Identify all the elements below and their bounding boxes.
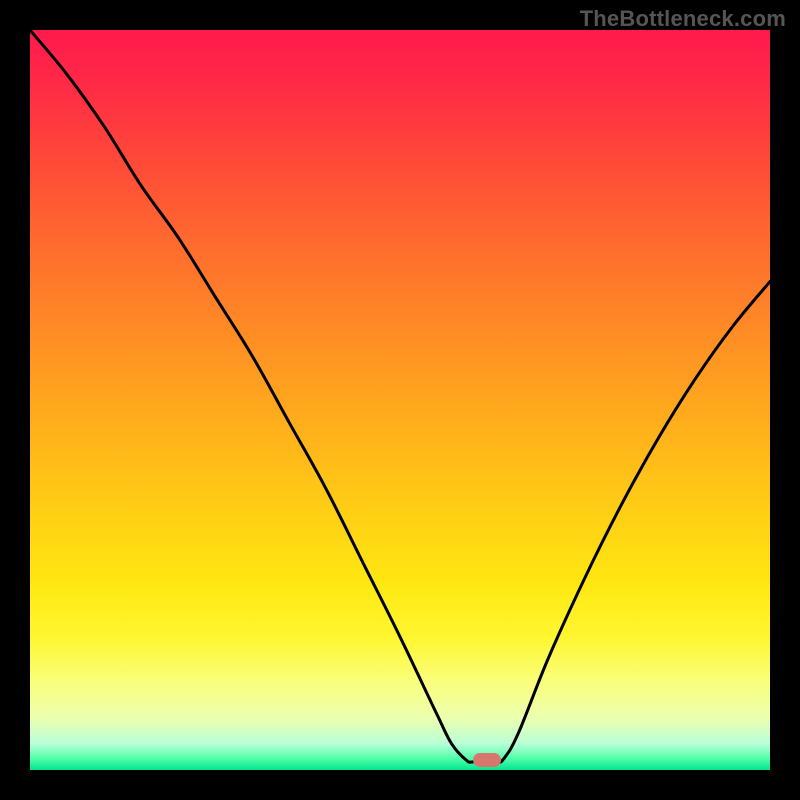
curve-layer xyxy=(30,30,770,770)
bottleneck-curve xyxy=(30,30,770,762)
optimal-marker xyxy=(473,753,501,767)
plot-area xyxy=(30,30,770,770)
watermark-text: TheBottleneck.com xyxy=(580,6,786,32)
chart-container: TheBottleneck.com xyxy=(0,0,800,800)
